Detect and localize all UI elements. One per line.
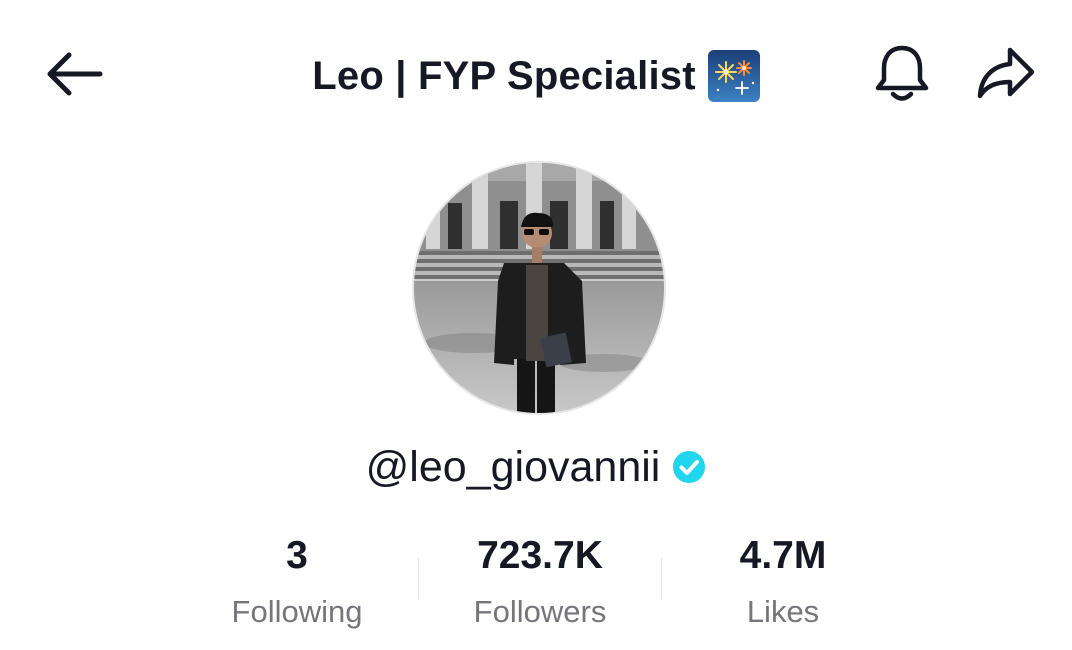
fireworks-icon: [707, 50, 760, 102]
username: @leo_giovannii: [365, 442, 661, 491]
share-arrow-icon: [977, 47, 1035, 99]
followers-stat[interactable]: 723.7K Followers: [420, 528, 660, 640]
following-label: Following: [231, 594, 363, 629]
notification-bell-button[interactable]: [866, 38, 938, 110]
username-row: @leo_giovannii: [236, 432, 836, 502]
likes-label: Likes: [746, 594, 820, 629]
stat-divider: [418, 558, 419, 600]
top-navigation-bar: Leo | FYP Specialist: [0, 0, 1072, 150]
stat-divider: [661, 558, 662, 600]
share-button[interactable]: [968, 40, 1044, 108]
verified-badge-icon: [672, 450, 706, 484]
profile-photo: [414, 163, 664, 413]
followers-label: Followers: [473, 594, 607, 629]
following-stat[interactable]: 3 Following: [177, 528, 417, 640]
back-button[interactable]: [38, 40, 110, 108]
followers-count: 723.7K: [477, 534, 603, 577]
bell-icon: [875, 45, 929, 101]
likes-stat[interactable]: 4.7M Likes: [663, 528, 903, 640]
likes-count: 4.7M: [739, 534, 827, 577]
arrow-left-icon: [47, 52, 103, 96]
following-count: 3: [286, 534, 308, 577]
profile-title: Leo | FYP Specialist: [240, 44, 832, 108]
profile-stats: 3 Following 723.7K Followers 4.7M Likes: [180, 528, 900, 638]
profile-avatar[interactable]: [414, 163, 664, 413]
profile-title-text: Leo | FYP Specialist: [312, 53, 696, 98]
